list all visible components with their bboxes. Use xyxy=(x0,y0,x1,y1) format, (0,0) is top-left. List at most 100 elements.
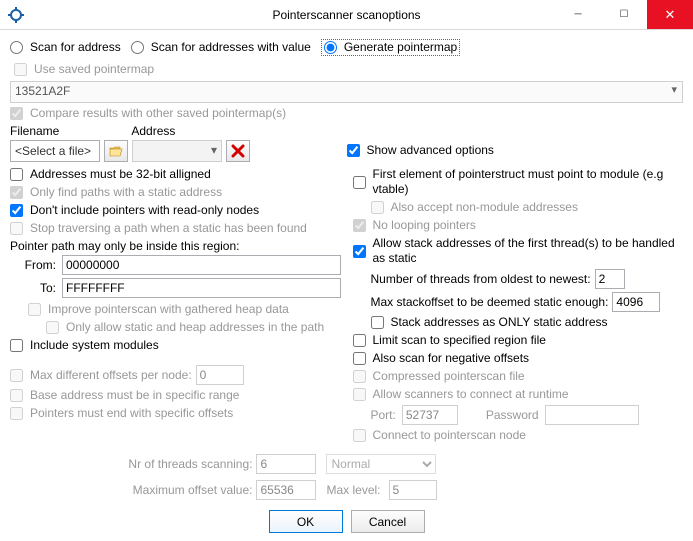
use-saved-pointermap-check: Use saved pointermap xyxy=(14,62,683,77)
connect-node-check: Connect to pointerscan node xyxy=(353,428,684,443)
compressed-file-label: Compressed pointerscan file xyxy=(373,369,525,384)
allow-stack-first-check[interactable]: Allow stack addresses of the first threa… xyxy=(353,236,684,266)
only-static-check: Only find paths with a static address xyxy=(10,185,341,200)
from-input[interactable] xyxy=(62,255,341,275)
allow-scanners-check: Allow scanners to connect at runtime xyxy=(353,387,684,402)
limit-region-file-check[interactable]: Limit scan to specified region file xyxy=(353,333,684,348)
region-label: Pointer path may only be inside this reg… xyxy=(10,239,341,253)
allow-stack-first-label: Allow stack addresses of the first threa… xyxy=(373,236,684,266)
end-with-offsets-label: Pointers must end with specific offsets xyxy=(30,406,233,421)
base-in-range-label: Base address must be in specific range xyxy=(30,388,239,403)
compare-results-label: Compare results with other saved pointer… xyxy=(30,106,286,121)
connect-node-label: Connect to pointerscan node xyxy=(373,428,526,443)
left-column: Addresses must be 32-bit alligned Only f… xyxy=(10,164,341,446)
max-diff-offsets-label: Max different offsets per node: xyxy=(30,368,192,383)
num-threads-input[interactable] xyxy=(595,269,625,289)
cancel-button[interactable]: Cancel xyxy=(351,510,425,533)
folder-open-icon xyxy=(109,145,123,157)
to-input[interactable] xyxy=(62,278,341,298)
only-static-heap-label: Only allow static and heap addresses in … xyxy=(66,320,324,335)
addr-32bit-check[interactable]: Addresses must be 32-bit alligned xyxy=(10,167,341,182)
maximize-button[interactable]: ☐ xyxy=(601,0,647,29)
generate-pointermap-radio[interactable]: Generate pointermap xyxy=(321,39,460,56)
scan-for-address-radio[interactable]: Scan for address xyxy=(10,40,121,55)
accept-nonmodule-label: Also accept non-module addresses xyxy=(391,200,578,215)
max-stackoffset-label: Max stackoffset to be deemed static enou… xyxy=(371,295,609,310)
first-element-label: First element of pointerstruct must poin… xyxy=(373,167,684,197)
include-system-check[interactable]: Include system modules xyxy=(10,338,341,353)
bottom-grid: Nr of threads scanning: Normal Maximum o… xyxy=(10,454,683,500)
include-system-label: Include system modules xyxy=(30,338,159,353)
max-offset-label: Maximum offset value: xyxy=(10,483,256,497)
improve-heap-label: Improve pointerscan with gathered heap d… xyxy=(48,302,289,317)
open-file-button[interactable] xyxy=(104,140,128,162)
stack-only-static-label: Stack addresses as ONLY static address xyxy=(391,315,608,330)
select-file-label: <Select a file> xyxy=(15,144,91,158)
port-label: Port: xyxy=(371,408,396,423)
to-label: To: xyxy=(10,281,58,295)
show-advanced-label: Show advanced options xyxy=(367,143,494,158)
delete-file-button[interactable] xyxy=(226,140,250,162)
stack-only-static-check[interactable]: Stack addresses as ONLY static address xyxy=(371,315,684,330)
accept-nonmodule-check: Also accept non-module addresses xyxy=(371,200,684,215)
right-column: First element of pointerstruct must poin… xyxy=(353,164,684,446)
priority-select: Normal xyxy=(326,454,436,474)
compare-results-check: Compare results with other saved pointer… xyxy=(10,106,683,121)
only-static-heap-check: Only allow static and heap addresses in … xyxy=(46,320,341,335)
stop-traversing-label: Stop traversing a path when a static has… xyxy=(30,221,307,236)
show-advanced-check[interactable]: Show advanced options xyxy=(347,143,684,158)
address-header: Address xyxy=(131,124,175,138)
address-value: 13521A2F xyxy=(15,84,70,98)
generate-pointermap-label: Generate pointermap xyxy=(344,40,457,55)
from-label: From: xyxy=(10,258,58,272)
only-static-label: Only find paths with a static address xyxy=(30,185,222,200)
file-headers: Filename Address xyxy=(10,124,683,138)
titlebar: Pointerscanner scanoptions ─ ☐ ✕ xyxy=(0,0,693,30)
first-element-check[interactable]: First element of pointerstruct must poin… xyxy=(353,167,684,197)
ok-button[interactable]: OK xyxy=(269,510,343,533)
no-readonly-check[interactable]: Don't include pointers with read-only no… xyxy=(10,203,341,218)
max-diff-offsets-input xyxy=(196,365,244,385)
file-address-combo[interactable] xyxy=(132,140,222,162)
max-stackoffset-row: Max stackoffset to be deemed static enou… xyxy=(371,292,684,312)
end-with-offsets-check: Pointers must end with specific offsets xyxy=(10,406,341,421)
scan-for-addresses-value-label: Scan for addresses with value xyxy=(151,40,311,55)
port-input xyxy=(402,405,458,425)
compressed-file-check: Compressed pointerscan file xyxy=(353,369,684,384)
close-button[interactable]: ✕ xyxy=(647,0,693,29)
nr-threads-input xyxy=(256,454,316,474)
minimize-button[interactable]: ─ xyxy=(555,0,601,29)
also-negative-check[interactable]: Also scan for negative offsets xyxy=(353,351,684,366)
improve-heap-check: Improve pointerscan with gathered heap d… xyxy=(28,302,341,317)
filename-header: Filename xyxy=(10,124,59,138)
delete-x-icon xyxy=(231,144,245,158)
nr-threads-label: Nr of threads scanning: xyxy=(10,457,256,471)
also-negative-label: Also scan for negative offsets xyxy=(373,351,530,366)
no-looping-check: No looping pointers xyxy=(353,218,684,233)
stop-traversing-check: Stop traversing a path when a static has… xyxy=(10,221,341,236)
password-input xyxy=(545,405,639,425)
addr-32bit-label: Addresses must be 32-bit alligned xyxy=(30,167,211,182)
password-label: Password xyxy=(486,408,539,423)
scan-for-address-label: Scan for address xyxy=(30,40,121,55)
max-diff-offsets-row: Max different offsets per node: xyxy=(10,365,341,385)
dialog-content: Scan for address Scan for addresses with… xyxy=(0,30,693,541)
scan-mode-row: Scan for address Scan for addresses with… xyxy=(10,36,683,59)
scan-for-addresses-value-radio[interactable]: Scan for addresses with value xyxy=(131,40,311,55)
app-icon xyxy=(8,7,24,23)
base-in-range-check: Base address must be in specific range xyxy=(10,388,341,403)
num-threads-row: Number of threads from oldest to newest: xyxy=(371,269,684,289)
max-offset-input xyxy=(256,480,316,500)
address-combo[interactable]: 13521A2F xyxy=(10,81,683,103)
num-threads-label: Number of threads from oldest to newest: xyxy=(371,272,591,287)
allow-scanners-label: Allow scanners to connect at runtime xyxy=(373,387,569,402)
use-saved-pointermap-label: Use saved pointermap xyxy=(34,62,154,77)
port-password-row: Port: Password xyxy=(371,405,684,425)
max-level-input xyxy=(389,480,437,500)
limit-region-file-label: Limit scan to specified region file xyxy=(373,333,546,348)
max-stackoffset-input[interactable] xyxy=(612,292,660,312)
max-level-label: Max level: xyxy=(326,483,380,497)
no-looping-label: No looping pointers xyxy=(373,218,476,233)
no-readonly-label: Don't include pointers with read-only no… xyxy=(30,203,259,218)
select-file-combo[interactable]: <Select a file> xyxy=(10,140,100,162)
